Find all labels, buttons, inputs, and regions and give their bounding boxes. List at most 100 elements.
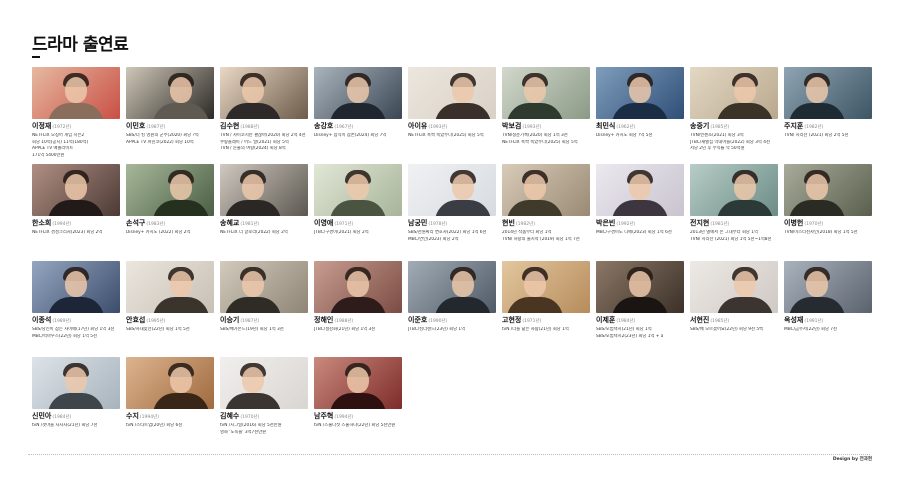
actor-name: 이제훈	[596, 316, 616, 324]
actor-fee-line: tvN /스타트업(20년) 회당 6천	[126, 423, 183, 428]
actor-fee-line: SBS/당신이 잠든 사이에(17년) 회당 1억 3천	[32, 327, 115, 332]
actor-card: 신민아(1984년) tvN /갯마을 차차차(21년) 회당 7천	[32, 357, 120, 429]
actor-card: 이종석(1989년) SBS/당신이 잠든 사이에(17년) 회당 1억 3천 MB…	[32, 261, 120, 339]
actor-card: 송혜교(1981년) NETFLIX 더 글로리(2022) 회당 2억	[220, 164, 308, 236]
actor-birth-year: (1991년)	[804, 319, 824, 324]
actor-card: 아이유(1993년) NETFLIX 폭싹 속았수다(2025) 회당 5억	[408, 67, 496, 139]
actor-photo	[502, 164, 590, 216]
actor-birth-year: (1967년)	[334, 125, 354, 130]
actor-name: 아이유	[408, 122, 428, 130]
actor-card: 현빈(1982년) 2014년 작품부터 회당 1억 TVN/ 사랑의 불시착 (2…	[502, 164, 590, 242]
actor-birth-year: (1982년)	[515, 222, 535, 227]
actor-fee-line: TVN / 눈물의 여왕(2024) 회당 8억	[220, 146, 286, 152]
actor-photo	[784, 67, 872, 119]
actor-name: 안효섭	[126, 316, 146, 324]
actor-fee-line: 171억 5400만원	[32, 152, 65, 158]
actor-photo	[32, 67, 120, 119]
actor-fee-line: Disney+ 카지노 회당 ?억 5천	[596, 133, 653, 138]
actor-fee-line: Disney+ 카지노 (2022) 회당 2억	[126, 230, 191, 235]
actor-card: 손석구(1983년) Disney+ 카지노 (2022) 회당 2억	[126, 164, 214, 236]
actor-birth-year: (1962년)	[616, 125, 636, 130]
actor-fee-line: 영화 '도둑들' 3억7천만원	[220, 429, 267, 435]
actor-birth-year: (1994년)	[139, 415, 159, 420]
actor-fee-line: NETFLIX 폭싹 속았수다(2025) 회당 5억	[502, 139, 578, 145]
actor-fee-line: SBS/천원짜리 변호사(2022) 회당 1억 6천	[408, 230, 487, 235]
actor-photo	[690, 67, 778, 119]
actor-fee-line: SBS/모범택시(21년) 회당 1억	[596, 327, 652, 332]
actor-photo	[784, 261, 872, 313]
actor-card: 박은빈(1992년) MBC/구경이도 디에(2023) 회당 1억 6천	[596, 164, 684, 236]
actor-fee-line: TVN/청춘기록(2020) 회당 1억 3천	[502, 133, 568, 138]
actor-fee-line: TVN/미스터션샤인(2018) 회당 1억 5천	[784, 230, 858, 235]
actor-name: 현빈	[502, 219, 515, 227]
actor-photo	[126, 261, 214, 313]
actor-photo	[690, 261, 778, 313]
actor-card: 옥성재(1991년) MBC/금수저(22년) 회당 7천	[784, 261, 872, 333]
actor-name: 이준호	[408, 316, 428, 324]
actor-fee-line: APPLE TV 파친코(2022) 회당 10억	[126, 139, 194, 145]
actor-name: 남궁민	[408, 219, 428, 227]
actor-name: 수지	[126, 412, 139, 420]
actor-birth-year: (1984년)	[52, 415, 72, 420]
actor-card: 최민식(1962년) Disney+ 카지노 회당 ?억 5천	[596, 67, 684, 139]
actor-fee-line: SBS/더 킹 영원의 군주(2020) 회당 ?억	[126, 133, 199, 138]
actor-photo	[502, 67, 590, 119]
actor-birth-year: (1992년)	[616, 222, 636, 227]
actor-birth-year: (1994년)	[334, 415, 354, 420]
actor-fee-line: 2013년 별에서 온 그대부터 회당 1억	[690, 230, 758, 235]
actor-fee-line: MBC/연인(2023) 회당 2억	[408, 236, 459, 242]
actor-fee-line: APPLE TV 애콜라이트	[32, 146, 74, 152]
actor-birth-year: (1994년)	[52, 222, 72, 227]
actor-photo	[502, 261, 590, 313]
actor-photo	[220, 164, 308, 216]
actor-name: 고현정	[502, 316, 522, 324]
bottom-divider	[28, 454, 870, 455]
actor-name: 최민식	[596, 122, 616, 130]
actor-photo	[596, 67, 684, 119]
actor-card: 이승기(1987년) SBS/배가본드(19년) 회당 1억 3천	[220, 261, 308, 333]
actor-photo	[596, 164, 684, 216]
actor-fee-line: NETFLIX 경성크리처(2023) 회당 2억	[32, 230, 103, 235]
actor-fee-line: NETFLIX 오징어 게임 시즌2	[32, 133, 85, 138]
design-credit: Design by 전과현	[832, 457, 872, 462]
actor-card: 박보검(1993년) TVN/청춘기록(2020) 회당 1억 3천 NETFLIX…	[502, 67, 590, 145]
actor-fee-line: JTBC/킹더랜드(23년) 회당 1억	[408, 327, 466, 332]
actor-card: 김혜수(1970년) tvN /시그널(2016) 회당 5천만원 영화 '도둑들'…	[220, 357, 308, 435]
actor-birth-year: (1984년)	[616, 319, 636, 324]
actor-card: 김수현(1988년) TVN / 사이코지만 괜찮아(2020) 회당 2억 4천…	[220, 67, 308, 152]
actor-birth-year: (1985년)	[710, 125, 730, 130]
actor-birth-year: (1970년)	[240, 415, 260, 420]
actor-name: 이정재	[32, 122, 52, 130]
actor-photo	[314, 357, 402, 409]
actor-name: 주지훈	[784, 122, 804, 130]
actor-card: 이민호(1987년) SBS/더 킹 영원의 군주(2020) 회당 ?억 APPL…	[126, 67, 214, 145]
actor-birth-year: (1987년)	[146, 125, 166, 130]
actor-birth-year: (1971년)	[522, 319, 542, 324]
actor-birth-year: (1993년)	[428, 125, 448, 130]
actor-card: 이제훈(1984년) SBS/모범택시(21년) 회당 1억 SBS/모범택시2(2…	[596, 261, 684, 339]
actor-name: 이종석	[32, 316, 52, 324]
actor-name: 신민아	[32, 412, 52, 420]
actor-photo	[126, 164, 214, 216]
actor-card: 이영애(1971년) JTBC/구경이(2021) 회당 2억	[314, 164, 402, 236]
actor-fee-line: 저당 2년 후 수익률 약 50억원	[690, 146, 745, 152]
actor-name: 이병헌	[784, 219, 804, 227]
actor-fee-line: tvN /스물다섯 스물하나(22년) 회당 5천만원	[314, 423, 396, 428]
actor-name: 이승기	[220, 316, 240, 324]
actor-name: 김혜수	[220, 412, 240, 420]
actor-card: 송강호(1967년) Disney+ 삼식이 삼촌(2024) 회당 7억	[314, 67, 402, 139]
actor-name: 박보검	[502, 122, 522, 130]
actor-photo	[690, 164, 778, 216]
actor-fee-line: Disney+ 삼식이 삼촌(2024) 회당 7억	[314, 133, 387, 138]
actor-card: 이병헌(1970년) TVN/미스터션샤인(2018) 회당 1억 5천	[784, 164, 872, 236]
actor-birth-year: (1995년)	[146, 319, 166, 324]
actor-fee-line: 쿠팡플레이 / 어느 날(2021) 회당 5억	[220, 139, 289, 145]
actor-photo	[314, 261, 402, 313]
actor-photo	[220, 261, 308, 313]
actor-name: 이민호	[126, 122, 146, 130]
actor-fee-line: TVN/ 지리산 (2021) 회당 1억 5천~1억8천	[690, 236, 772, 242]
actor-fee-line: JTBC/구경이(2021) 회당 2억	[314, 230, 369, 235]
actor-name: 송중기	[690, 122, 710, 130]
actor-name: 한소희	[32, 219, 52, 227]
actor-birth-year: (1990년)	[428, 319, 448, 324]
